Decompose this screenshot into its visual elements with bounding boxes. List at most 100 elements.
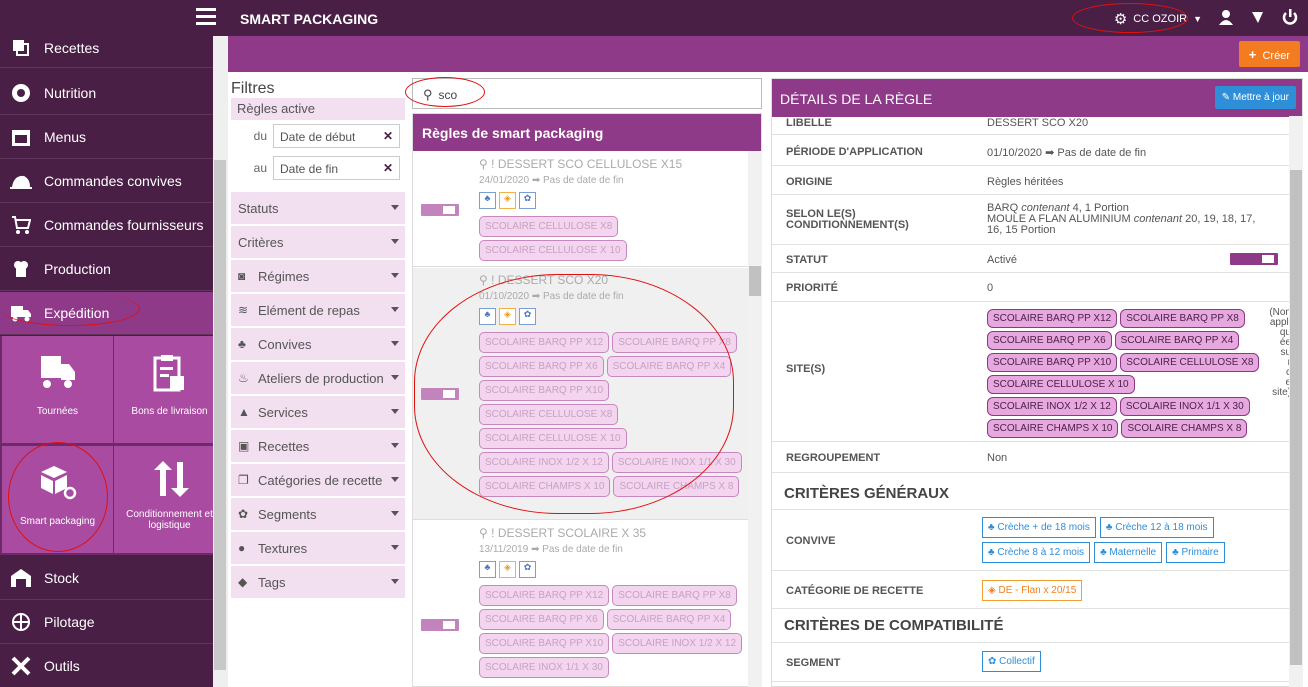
site-chip: SCOLAIRE CHAMPS X 10 — [987, 419, 1119, 438]
expedition-submenu: Tournées Bons de livraison Smart packagi… — [0, 336, 225, 555]
sidebar-scroll-thumb[interactable] — [214, 160, 226, 670]
help-icon[interactable] — [1250, 9, 1266, 28]
filter-label: Textures — [258, 540, 308, 556]
detail-key: REGROUPEMENT — [786, 452, 881, 464]
filter-element-repas[interactable]: ≋ Elément de repas — [231, 294, 405, 326]
site-chip: SCOLAIRE BARQ PP X12 — [987, 309, 1118, 328]
filter-label: Convives — [258, 336, 312, 352]
detail-segment: SEGMENT ✿ Collectif — [772, 642, 1290, 682]
section-criteres-compatibilite: CRITÈRES DE COMPATIBILITÉ — [784, 617, 1004, 634]
sidebar-item-menus[interactable]: Menus — [0, 116, 214, 159]
convive-label: Maternelle — [1109, 547, 1157, 558]
clear-icon[interactable]: ✕ — [383, 129, 393, 143]
tile-tournees[interactable]: Tournées — [2, 336, 113, 443]
search-icon: ⚲ — [423, 87, 433, 102]
create-button[interactable]: + Créer — [1238, 41, 1300, 67]
caret-down-icon — [391, 341, 399, 346]
rule-end: Pas de date de fin — [542, 544, 623, 555]
detail-origine: ORIGINE Règles héritées — [772, 166, 1290, 195]
cart-icon — [10, 214, 32, 236]
period-start: 01/10/2020 — [987, 147, 1043, 159]
filter-label: Services — [258, 404, 308, 420]
filter-regimes[interactable]: ◙ Régimes — [231, 260, 405, 292]
tile-smart-packaging[interactable]: Smart packaging — [2, 446, 113, 553]
site-name: CC OZOIR — [1133, 12, 1188, 25]
tile-conditionnement[interactable]: Conditionnement et logistique — [114, 446, 225, 553]
filter-criteres[interactable]: Critères — [231, 226, 405, 258]
rule-date: 13/11/2019 — [479, 544, 529, 555]
rule-criteria-icons: ♣ ◈ ✿ — [479, 192, 536, 209]
tile-label: Bons de livraison — [131, 406, 208, 417]
filter-segments[interactable]: ✿ Segments — [231, 498, 405, 530]
tools-icon — [10, 655, 32, 677]
filter-label: Elément de repas — [258, 302, 360, 318]
filter-tags[interactable]: ◆ Tags — [231, 566, 405, 598]
start-date-input[interactable]: Date de début ✕ — [273, 124, 400, 148]
site-chip: SCOLAIRE BARQ PP X6 — [479, 609, 604, 630]
rule-sites: SCOLAIRE BARQ PP X12 SCOLAIRE BARQ PP X8… — [479, 332, 749, 497]
power-icon[interactable] — [1282, 9, 1298, 28]
sidebar-item-stock[interactable]: Stock — [0, 557, 214, 600]
detail-key: PRIORITÉ — [786, 282, 838, 294]
sidebar-item-nutrition[interactable]: Nutrition — [0, 72, 214, 115]
filter-categories[interactable]: ❐ Catégories de recette — [231, 464, 405, 496]
user-icon[interactable] — [1218, 9, 1234, 28]
sidebar-item-commandes-fournisseurs[interactable]: Commandes fournisseurs — [0, 204, 214, 247]
category-label: DE - Flan x 20/15 — [998, 585, 1077, 596]
details-title-text: DÉTAILS DE LA RÈGLE — [780, 91, 933, 107]
site-selector[interactable]: ⚙ CC OZOIR ▼ — [1114, 10, 1202, 28]
period-end: Pas de date de fin — [1057, 147, 1147, 159]
site-chip: SCOLAIRE BARQ PP X8 — [612, 332, 737, 353]
truck-icon — [39, 354, 77, 393]
sidebar-item-expedition[interactable]: Expédition — [0, 292, 214, 335]
search-input[interactable]: ⚲ sco — [412, 78, 762, 109]
detail-value: BARQ contenant 4, 1 Portion MOULE A FLAN… — [987, 203, 1287, 236]
segments-icon: ✿ — [519, 192, 536, 209]
rule-toggle[interactable] — [421, 388, 459, 400]
filter-label: Statuts — [238, 200, 279, 216]
rule-toggle[interactable] — [421, 204, 459, 216]
segments-icon: ✿ — [238, 507, 249, 521]
site-chip: SCOLAIRE INOX 1/1 X 30 — [611, 452, 742, 473]
recipes-icon — [10, 37, 32, 59]
rule-item[interactable]: ⚲ ! DESSERT SCOLAIRE X 35 13/11/2019 ➡ P… — [413, 521, 749, 686]
site-chip: SCOLAIRE BARQ PP X10 — [479, 633, 610, 654]
update-button[interactable]: ✎ Mettre à jour — [1214, 86, 1296, 109]
filter-statuts[interactable]: Statuts — [231, 192, 405, 224]
filter-recettes[interactable]: ▣ Recettes — [231, 430, 405, 462]
segment-label: Collectif — [999, 656, 1035, 667]
sidebar-item-pilotage[interactable]: Pilotage — [0, 601, 214, 644]
sidebar-item-recettes[interactable]: Recettes — [0, 28, 214, 68]
sites-chips: SCOLAIRE BARQ PP X12 SCOLAIRE BARQ PP X8… — [987, 309, 1267, 438]
detail-key: PÉRIODE D'APPLICATION — [786, 146, 923, 158]
users-icon: ♣ — [479, 561, 496, 578]
rule-item-selected[interactable]: ⚲ ! DESSERT SCO X20 01/10/2020 ➡ Pas de … — [413, 268, 749, 520]
sidebar-item-production[interactable]: Production — [0, 248, 214, 291]
sidebar-item-commandes-convives[interactable]: Commandes convives — [0, 160, 214, 203]
filter-services[interactable]: ▲ Services — [231, 396, 405, 428]
sidebar-item-label: Nutrition — [44, 85, 97, 101]
rule-toggle[interactable] — [421, 619, 459, 631]
detail-conditionnements: SELON LE(S) CONDITIONNEMENT(S) BARQ cont… — [772, 195, 1290, 245]
details-scroll-thumb[interactable] — [1290, 170, 1302, 665]
rule-item[interactable]: ⚲ ! DESSERT SCO CELLULOSE X15 24/01/2020… — [413, 152, 749, 267]
recipes-icon: ▣ — [238, 439, 250, 453]
segments-icon: ✿ — [519, 561, 536, 578]
site-chip: SCOLAIRE BARQ PP X4 — [1114, 331, 1240, 350]
hamburger-menu-icon[interactable] — [196, 8, 216, 26]
rules-scroll-thumb[interactable] — [749, 266, 761, 296]
status-toggle[interactable] — [1230, 253, 1278, 265]
tile-bons-de-livraison[interactable]: Bons de livraison — [114, 336, 225, 443]
site-chip: SCOLAIRE INOX 1/1 X 30 — [479, 657, 609, 678]
cond-portions: 16, 15 Portion — [987, 224, 1056, 236]
convive-label: Crèche + de 18 mois — [997, 522, 1090, 533]
filter-textures[interactable]: ● Textures — [231, 532, 405, 564]
end-date-input[interactable]: Date de fin ✕ — [273, 156, 400, 180]
filter-convives[interactable]: ♣ Convives — [231, 328, 405, 360]
sidebar-item-outils[interactable]: Outils — [0, 645, 214, 687]
filter-label: Régimes — [258, 268, 310, 284]
rules-scrollbar[interactable] — [748, 151, 762, 687]
clear-icon[interactable]: ✕ — [383, 161, 393, 175]
filter-ateliers[interactable]: ♨ Ateliers de production — [231, 362, 405, 394]
truck-icon — [10, 302, 32, 324]
